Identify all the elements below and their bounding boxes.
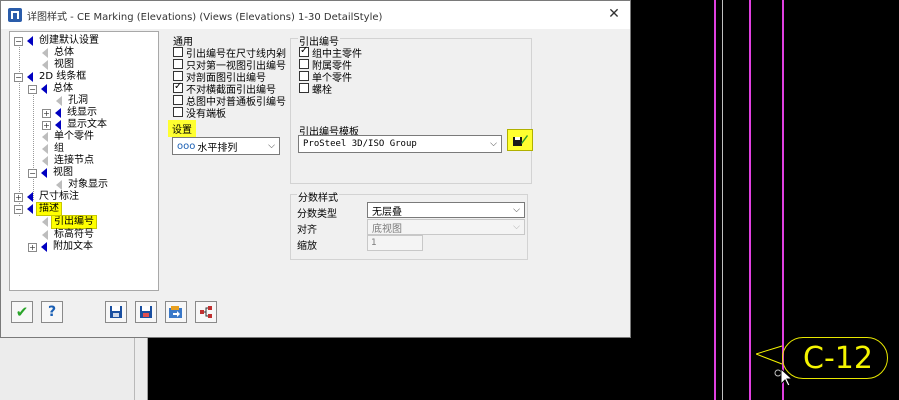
settings-label: 设置 — [168, 120, 196, 137]
expand-icon[interactable]: + — [42, 108, 51, 118]
node-icon — [27, 36, 33, 46]
collapse-icon[interactable]: − — [14, 72, 23, 82]
hierarchy-icon — [200, 306, 212, 318]
dialog-titlebar[interactable]: 详图样式 - CE Marking (Elevations) (Views (E… — [1, 1, 630, 29]
node-icon — [55, 120, 61, 130]
tree-item-frame-view[interactable]: − 视图 — [28, 167, 75, 179]
save-as-button[interactable] — [135, 301, 157, 323]
chevron-down-icon: ⌵ — [513, 205, 520, 215]
node-icon — [42, 230, 48, 240]
checkbox[interactable] — [299, 71, 309, 81]
align-label: 对齐 — [297, 225, 317, 236]
expand-icon[interactable]: + — [42, 120, 51, 130]
cad-line — [749, 0, 751, 400]
node-icon — [27, 204, 33, 214]
checkbox[interactable] — [173, 81, 183, 93]
scale-input[interactable]: 1 — [367, 235, 423, 251]
tree-item-line-display[interactable]: + 线显示 — [42, 107, 99, 119]
node-icon — [41, 242, 47, 252]
help-icon: ? — [47, 304, 57, 320]
node-icon — [42, 217, 48, 227]
tree-item-elevation-symbol[interactable]: 标高符号 — [42, 229, 96, 241]
detail-style-dialog: 详图样式 - CE Marking (Elevations) (Views (E… — [0, 0, 631, 338]
node-icon — [42, 132, 48, 142]
check-bolt[interactable]: 螺栓 — [299, 82, 332, 96]
tree-item-holes[interactable]: 孔洞 — [56, 95, 90, 107]
callout-bubble[interactable]: C-12 — [782, 337, 888, 379]
chevron-down-icon: ⌵ — [513, 222, 520, 232]
tree-item-connection-node[interactable]: 连接节点 — [42, 155, 96, 167]
load-icon — [169, 306, 182, 318]
node-icon — [42, 60, 48, 70]
node-icon — [27, 72, 33, 82]
checkbox[interactable] — [299, 83, 309, 93]
cad-line — [714, 0, 716, 400]
tree-item-additional-text[interactable]: + 附加文本 — [28, 241, 95, 253]
checkbox[interactable] — [173, 59, 183, 69]
tree-item-group[interactable]: 组 — [42, 143, 66, 155]
edit-template-icon — [513, 135, 528, 146]
tree-item-general[interactable]: 总体 — [42, 47, 76, 59]
collapse-icon[interactable]: − — [14, 204, 23, 214]
template-edit-button[interactable] — [507, 129, 533, 151]
fraction-type-dropdown[interactable]: 无层叠 ⌵ — [367, 202, 525, 218]
expand-icon[interactable]: + — [28, 242, 37, 252]
node-icon — [42, 156, 48, 166]
dialog-title: 详图样式 - CE Marking (Elevations) (Views (E… — [27, 12, 383, 23]
node-icon — [41, 168, 47, 178]
callout-bubble-text: C-12 — [803, 340, 873, 376]
save-button[interactable] — [105, 301, 127, 323]
save-as-icon — [140, 306, 152, 318]
expand-icon[interactable]: + — [14, 192, 23, 202]
help-button[interactable]: ? — [41, 301, 63, 323]
tree-item-frame-general[interactable]: − 总体 — [28, 83, 75, 95]
template-dropdown[interactable]: ProSteel 3D/ISO Group ⌵ — [298, 135, 502, 153]
save-icon — [110, 306, 122, 318]
node-icon — [41, 84, 47, 94]
chevron-down-icon: ⌵ — [268, 141, 275, 151]
node-icon — [42, 48, 48, 58]
checkbox[interactable] — [299, 45, 309, 57]
tree-item-view[interactable]: 视图 — [42, 59, 76, 71]
checkbox[interactable] — [173, 47, 183, 57]
align-dropdown[interactable]: 底视图 ⌵ — [367, 219, 525, 235]
checkbox[interactable] — [173, 95, 183, 105]
collapse-icon[interactable]: − — [14, 36, 23, 46]
checkbox[interactable] — [299, 59, 309, 69]
tree-item-display-text[interactable]: + 显示文本 — [42, 119, 109, 131]
checkmark-icon: ✔ — [15, 303, 29, 321]
collapse-icon[interactable]: − — [28, 84, 37, 94]
arrangement-icon: ooo — [177, 140, 196, 152]
check-no-end-plate[interactable]: 没有端板 — [173, 106, 226, 120]
app-icon — [8, 8, 22, 22]
tree-guide — [33, 92, 34, 200]
tree-item-description[interactable]: − 描述 — [14, 202, 62, 216]
load-button[interactable] — [165, 301, 187, 323]
chevron-down-icon: ⌵ — [490, 139, 497, 149]
node-icon — [42, 144, 48, 154]
tree-item-dimensioning[interactable]: + 尺寸标注 — [14, 191, 81, 203]
settings-tree[interactable]: − 创建默认设置 总体 视图 − 2D 线条框 − 总体 孔洞 + 线显示 + … — [9, 31, 159, 291]
tree-item-single-part[interactable]: 单个零件 — [42, 131, 96, 143]
node-icon — [56, 180, 62, 190]
fraction-group-title: 分数样式 — [297, 189, 339, 204]
tree-item-object-display[interactable]: 对象显示 — [56, 179, 110, 191]
node-icon — [56, 96, 62, 106]
scale-label: 缩放 — [297, 241, 317, 252]
node-icon — [55, 108, 61, 118]
close-button[interactable]: ✕ — [602, 3, 626, 25]
ok-button[interactable]: ✔ — [11, 301, 33, 323]
checkbox[interactable] — [173, 71, 183, 81]
tree-item-2d-frame[interactable]: − 2D 线条框 — [14, 71, 88, 83]
cad-line — [722, 0, 723, 400]
hierarchy-button[interactable] — [195, 301, 217, 323]
arrangement-dropdown[interactable]: ooo 水平排列 ⌵ — [172, 137, 280, 155]
collapse-icon[interactable]: − — [28, 168, 37, 178]
tree-item-create-defaults[interactable]: − 创建默认设置 — [14, 35, 101, 47]
fraction-type-label: 分数类型 — [297, 209, 337, 220]
tree-item-callout-number[interactable]: 引出编号 — [42, 215, 97, 229]
checkbox[interactable] — [173, 107, 183, 117]
node-icon — [27, 192, 33, 202]
mouse-cursor-icon — [780, 368, 794, 387]
